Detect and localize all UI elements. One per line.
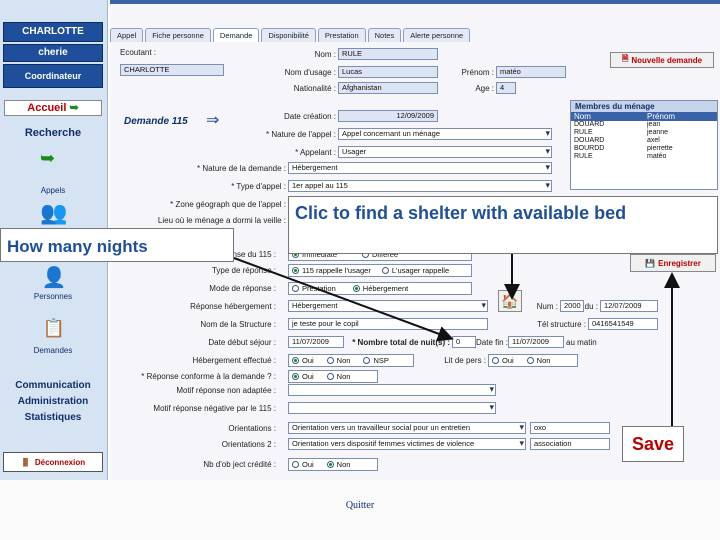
callout-save: Save: [622, 426, 684, 462]
annotation-arrows: [233, 254, 680, 426]
callout-nights: How many nights: [0, 228, 234, 262]
arrow-to-nights: [233, 257, 454, 342]
callout-shelter: Clic to find a shelter with available be…: [288, 196, 718, 254]
